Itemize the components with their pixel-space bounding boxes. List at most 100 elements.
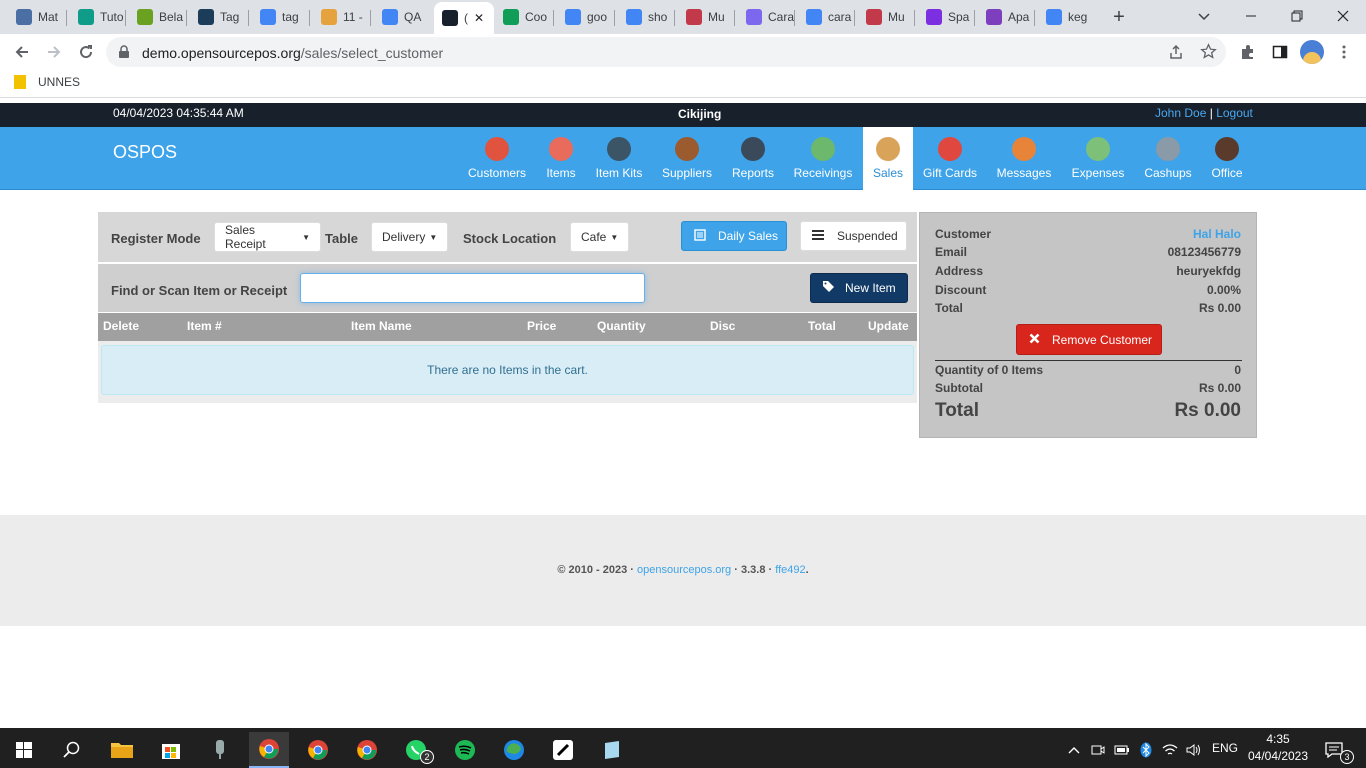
browser-tab[interactable]: goo <box>557 4 615 30</box>
notification-center-icon[interactable]: 3 <box>1316 732 1354 768</box>
user-name-link[interactable]: John Doe <box>1155 106 1206 120</box>
browser-tab[interactable]: cara <box>798 4 856 30</box>
nav-item-label: Sales <box>872 166 904 180</box>
suspended-button[interactable]: Suspended <box>800 221 907 251</box>
chrome-taskbar-icon-2[interactable] <box>298 732 338 768</box>
brand-logo[interactable]: OSPOS <box>113 142 177 163</box>
nav-item-suppliers[interactable]: Suppliers <box>658 127 716 190</box>
meet-icon[interactable] <box>1086 732 1110 768</box>
nav-item-item-kits[interactable]: Item Kits <box>592 127 646 190</box>
new-tab-button[interactable]: + <box>1106 6 1132 28</box>
edge-icon[interactable] <box>494 732 534 768</box>
browser-tab[interactable]: Spa <box>918 4 976 30</box>
customer-name-link[interactable]: Hal Halo <box>1193 227 1241 241</box>
volume-icon[interactable] <box>1182 732 1206 768</box>
browser-tab[interactable]: 11 - <box>313 4 371 30</box>
nav-item-items[interactable]: Items <box>541 127 581 190</box>
new-item-button[interactable]: New Item <box>810 273 908 303</box>
nav-item-receivings[interactable]: Receivings <box>790 127 856 190</box>
user-info: John Doe | Logout <box>1155 106 1253 120</box>
file-explorer-icon[interactable] <box>102 732 142 768</box>
browser-tab[interactable]: Mu <box>678 4 736 30</box>
empty-cart-alert: There are no Items in the cart. <box>101 345 914 395</box>
language-indicator[interactable]: ENG <box>1212 741 1238 755</box>
nav-item-office[interactable]: Office <box>1206 127 1248 190</box>
restore-button[interactable] <box>1274 0 1320 32</box>
start-button[interactable] <box>4 732 44 768</box>
item-search-input[interactable] <box>300 273 645 303</box>
whatsapp-icon[interactable]: 2 <box>396 732 436 768</box>
tab-title: 11 - <box>343 10 363 24</box>
stock-location-dropdown[interactable]: Cafe ▼ <box>570 222 629 252</box>
browser-tab[interactable]: keg <box>1038 4 1096 30</box>
tab-search-button[interactable] <box>1182 0 1226 32</box>
browser-tab[interactable]: Tuto <box>70 4 128 30</box>
nav-item-sales[interactable]: Sales <box>863 127 913 190</box>
browser-tab[interactable]: Coo <box>495 4 553 30</box>
browser-tab[interactable]: QA <box>374 4 432 30</box>
browser-tab[interactable]: Bela <box>129 4 187 30</box>
browser-tab[interactable]: (✕ <box>434 2 494 34</box>
nav-item-reports[interactable]: Reports <box>726 127 780 190</box>
nav-item-messages[interactable]: Messages <box>993 127 1055 190</box>
back-button[interactable] <box>10 40 34 64</box>
daily-sales-button[interactable]: Daily Sales <box>681 221 787 251</box>
notepad-icon[interactable] <box>592 732 632 768</box>
browser-tab[interactable]: tag <box>252 4 310 30</box>
voice-recorder-icon[interactable] <box>200 732 240 768</box>
remove-customer-button[interactable]: Remove Customer <box>1016 324 1162 355</box>
browser-tab[interactable]: Tag <box>190 4 248 30</box>
browser-tab[interactable]: Mu <box>858 4 916 30</box>
sales-icon <box>876 137 900 161</box>
minimize-button[interactable] <box>1228 0 1274 32</box>
browser-tab[interactable]: Mat <box>8 4 66 30</box>
spotify-icon[interactable] <box>445 732 485 768</box>
bluetooth-icon[interactable] <box>1134 732 1158 768</box>
tab-title: QA <box>404 10 422 24</box>
extensions-icon[interactable] <box>1240 44 1256 65</box>
browser-tab[interactable]: Cara <box>738 4 796 30</box>
bookmarks-bar: UNNES <box>0 70 1366 98</box>
tab-favicon-icon <box>686 9 702 25</box>
app-status-bar: 04/04/2023 04:35:44 AM Cikijing John Doe… <box>0 103 1366 127</box>
tab-favicon-icon <box>137 9 153 25</box>
chrome-menu-icon[interactable] <box>1336 44 1352 65</box>
reload-button[interactable] <box>74 40 98 64</box>
nav-item-gift-cards[interactable]: Gift Cards <box>919 127 981 190</box>
column-discount: Disc <box>710 319 736 333</box>
column-delete: Delete <box>103 319 140 333</box>
remove-icon <box>1029 333 1040 347</box>
microsoft-store-icon[interactable] <box>151 732 191 768</box>
share-icon[interactable] <box>1168 44 1184 65</box>
clock[interactable]: 4:35 04/04/2023 <box>1246 731 1310 765</box>
wifi-icon[interactable] <box>1158 732 1182 768</box>
browser-tab[interactable]: sho <box>618 4 676 30</box>
register-mode-dropdown[interactable]: Sales Receipt ▼ <box>214 222 321 252</box>
bookmark-unnes[interactable]: UNNES <box>14 75 80 89</box>
column-price: Price <box>527 319 557 333</box>
chrome-taskbar-icon-active[interactable] <box>249 732 289 768</box>
side-panel-icon[interactable] <box>1272 44 1288 65</box>
capcut-icon[interactable] <box>543 732 583 768</box>
subtotal-label: Subtotal <box>935 381 983 395</box>
footer-site-link[interactable]: opensourcepos.org <box>637 564 731 576</box>
clock-time: 4:35 <box>1266 732 1290 746</box>
close-tab-icon[interactable]: ✕ <box>474 11 484 25</box>
browser-tab[interactable]: Apa <box>978 4 1036 30</box>
suppliers-icon <box>675 137 699 161</box>
nav-item-cashups[interactable]: Cashups <box>1141 127 1195 190</box>
table-dropdown[interactable]: Delivery ▼ <box>371 222 448 252</box>
office-icon <box>1215 137 1239 161</box>
bookmark-star-icon[interactable] <box>1200 43 1217 65</box>
logout-link[interactable]: Logout <box>1216 106 1253 120</box>
chrome-taskbar-icon-3[interactable] <box>347 732 387 768</box>
close-window-button[interactable] <box>1320 0 1366 32</box>
nav-item-customers[interactable]: Customers <box>465 127 529 190</box>
forward-button[interactable] <box>42 40 66 64</box>
address-bar[interactable]: demo.opensourcepos.org/sales/select_cust… <box>106 37 1226 67</box>
footer-commit-link[interactable]: ffe492 <box>775 564 805 576</box>
profile-avatar[interactable] <box>1300 40 1324 64</box>
search-icon[interactable] <box>52 732 92 768</box>
nav-item-expenses[interactable]: Expenses <box>1068 127 1128 190</box>
tab-favicon-icon <box>503 9 519 25</box>
